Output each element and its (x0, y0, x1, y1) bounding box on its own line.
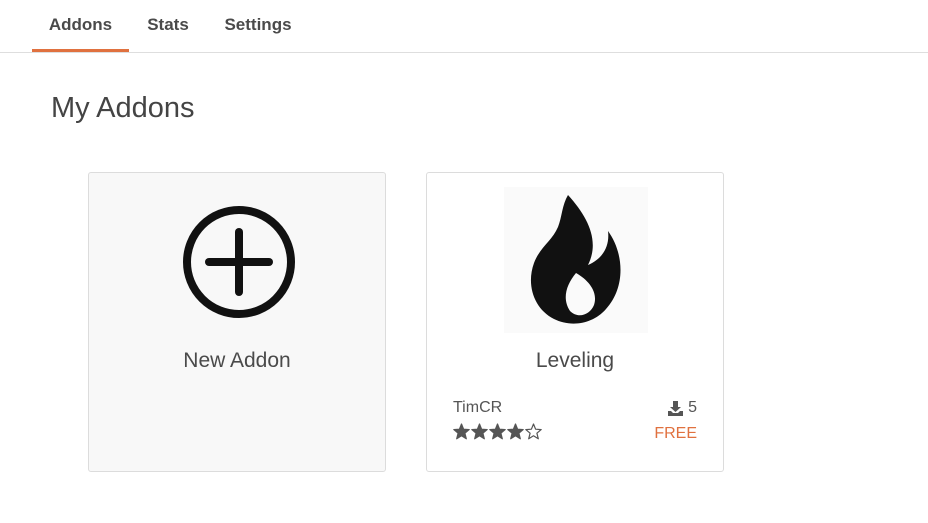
plus-circle-icon (183, 206, 295, 318)
new-addon-card[interactable]: New Addon (88, 172, 386, 472)
addon-author[interactable]: TimCR (453, 399, 502, 417)
tab-settings[interactable]: Settings (214, 0, 302, 51)
download-icon (668, 400, 684, 416)
addon-price: FREE (654, 425, 697, 442)
star-filled-icon (453, 423, 470, 440)
addon-downloads: 5 (667, 399, 697, 417)
star-filled-icon (471, 423, 488, 440)
star-rating (453, 423, 542, 440)
download-count: 5 (688, 399, 697, 416)
page-title: My Addons (51, 92, 195, 124)
star-filled-icon (489, 423, 506, 440)
flame-icon (530, 195, 621, 324)
new-addon-title: New Addon (183, 349, 291, 372)
tab-stats[interactable]: Stats (138, 0, 198, 51)
star-empty-icon (525, 423, 542, 440)
tab-bar: Addons Stats Settings (0, 0, 928, 53)
addon-title: Leveling (535, 349, 615, 372)
star-filled-icon (507, 423, 524, 440)
addon-thumbnail (504, 187, 648, 333)
tab-addons[interactable]: Addons (32, 0, 129, 52)
addon-card-leveling[interactable]: Leveling TimCR 5 FREE (426, 172, 724, 472)
